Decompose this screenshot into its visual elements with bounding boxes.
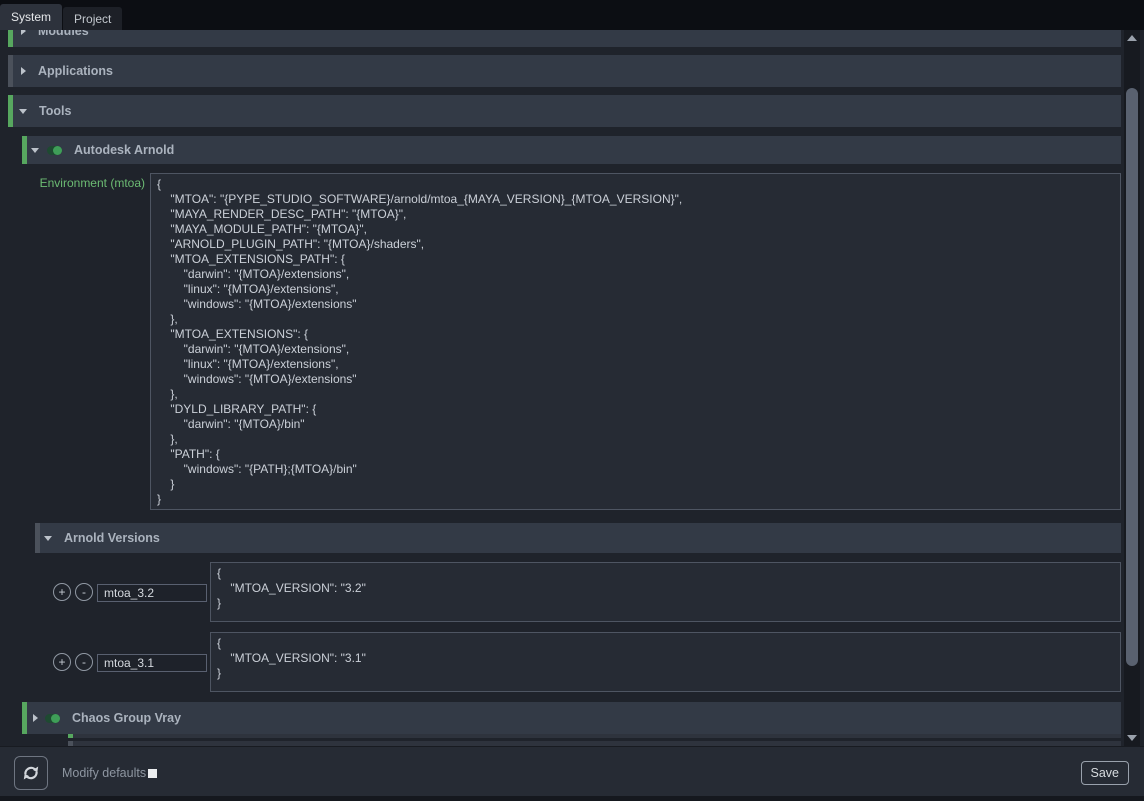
toggle-knob-icon: [51, 714, 60, 723]
tab-project[interactable]: Project: [63, 7, 122, 30]
remove-version-button[interactable]: -: [75, 653, 93, 671]
add-version-button[interactable]: +: [53, 653, 71, 671]
tab-label: Project: [74, 12, 111, 26]
section-title: Modules: [38, 30, 89, 38]
tab-system[interactable]: System: [0, 4, 62, 30]
partial-next-row[interactable]: [68, 734, 1121, 738]
modified-indicator-strip: [8, 30, 13, 47]
section-header-arnold-versions[interactable]: Arnold Versions: [35, 523, 1121, 553]
modified-indicator-strip: [22, 702, 27, 734]
version-name-input[interactable]: [97, 654, 207, 672]
scroll-down-button[interactable]: [1124, 730, 1140, 746]
vertical-scrollbar[interactable]: [1124, 30, 1140, 746]
chevron-right-icon[interactable]: [33, 714, 38, 722]
unmodified-indicator-strip: [8, 55, 13, 87]
section-header-autodesk-arnold[interactable]: Autodesk Arnold: [22, 136, 1121, 164]
version-env-editor[interactable]: { "MTOA_VERSION": "3.2" }: [210, 562, 1121, 622]
modify-defaults-label: Modify defaults: [62, 766, 146, 780]
refresh-button[interactable]: [14, 756, 48, 790]
tab-bar: System Project: [0, 0, 1144, 30]
version-name-input[interactable]: [97, 584, 207, 602]
unmodified-indicator-strip: [35, 523, 40, 553]
section-title: Applications: [38, 64, 113, 78]
section-title: Tools: [39, 104, 71, 118]
settings-scroll-area: Modules Applications Tools Autodesk Arno…: [0, 30, 1144, 746]
chevron-right-icon[interactable]: [21, 67, 26, 75]
tab-label: System: [11, 10, 51, 24]
environment-mtoa-label: Environment (mtoa): [0, 176, 145, 190]
section-title: Autodesk Arnold: [74, 143, 174, 157]
section-header-modules[interactable]: Modules: [8, 30, 1121, 47]
modified-indicator-strip: [8, 95, 13, 127]
remove-version-button[interactable]: -: [75, 583, 93, 601]
chevron-down-icon[interactable]: [44, 536, 52, 541]
enabled-toggle[interactable]: [47, 146, 62, 155]
refresh-icon: [22, 764, 40, 782]
scroll-up-button[interactable]: [1124, 30, 1140, 46]
section-header-chaos-group-vray[interactable]: Chaos Group Vray: [22, 702, 1121, 734]
version-env-editor[interactable]: { "MTOA_VERSION": "3.1" }: [210, 632, 1121, 692]
section-header-tools[interactable]: Tools: [8, 95, 1121, 127]
modified-indicator-strip: [68, 734, 73, 738]
triangle-up-icon: [1127, 35, 1137, 41]
window-bottom-edge: [0, 796, 1144, 801]
modified-indicator-strip: [22, 136, 27, 164]
triangle-down-icon: [1127, 735, 1137, 741]
add-version-button[interactable]: +: [53, 583, 71, 601]
section-title: Arnold Versions: [64, 531, 160, 545]
scrollbar-thumb[interactable]: [1126, 88, 1138, 666]
section-header-applications[interactable]: Applications: [8, 55, 1121, 87]
save-button[interactable]: Save: [1081, 761, 1130, 785]
footer-bar: Modify defaults Save: [0, 746, 1144, 801]
section-title: Chaos Group Vray: [72, 711, 181, 725]
modify-defaults-checkbox[interactable]: [148, 769, 157, 778]
chevron-right-icon[interactable]: [21, 30, 26, 35]
enabled-toggle[interactable]: [45, 714, 60, 723]
environment-mtoa-editor[interactable]: { "MTOA": "{PYPE_STUDIO_SOFTWARE}/arnold…: [150, 173, 1121, 510]
toggle-knob-icon: [53, 146, 62, 155]
chevron-down-icon[interactable]: [19, 109, 27, 114]
chevron-down-icon[interactable]: [31, 148, 39, 153]
settings-window: Modules Applications Tools Autodesk Arno…: [0, 0, 1144, 801]
